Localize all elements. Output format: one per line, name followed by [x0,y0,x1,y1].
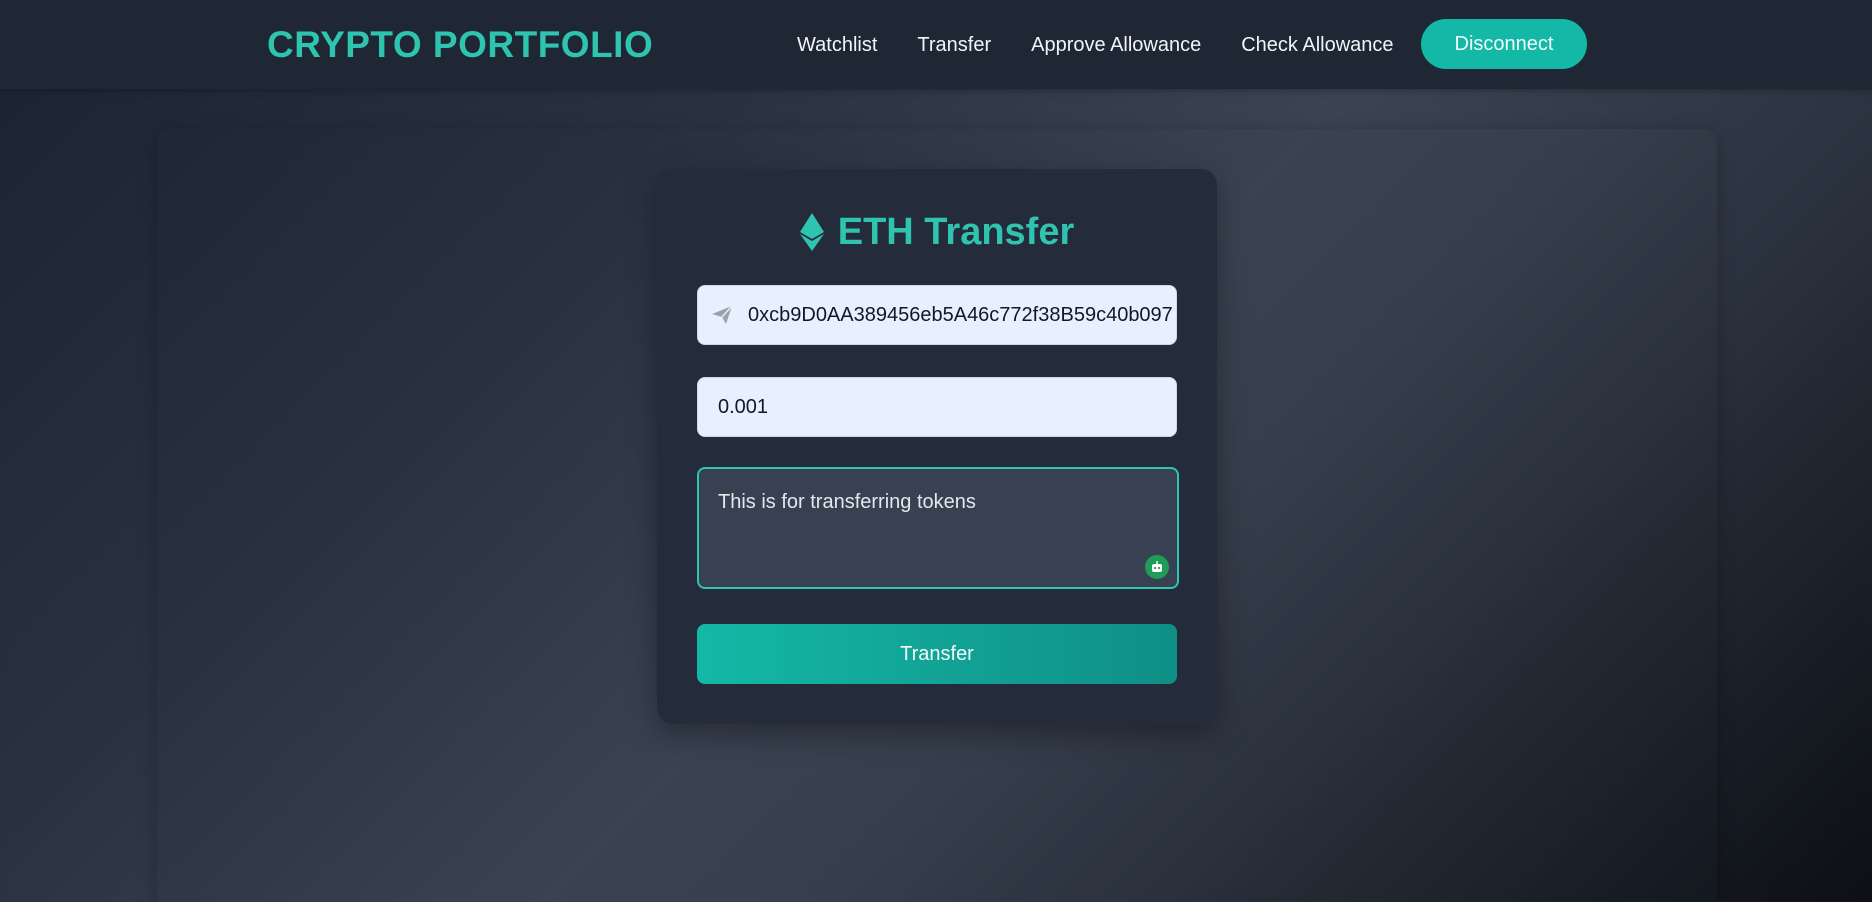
recipient-address-field[interactable] [697,285,1177,345]
amount-input[interactable] [718,378,1176,436]
eth-transfer-card: ETH Transfer This is for transferring to… [657,169,1217,724]
amount-field[interactable] [697,377,1177,437]
message-textarea[interactable]: This is for transferring tokens [697,467,1179,589]
nav-links: Watchlist Transfer Approve Allowance Che… [797,30,1394,60]
nav-approve-allowance[interactable]: Approve Allowance [1031,30,1201,60]
brand-logo-text[interactable]: CRYPTO PORTFOLIO [267,22,653,68]
message-text: This is for transferring tokens [718,491,976,513]
send-icon [710,303,734,327]
recipient-address-input[interactable] [748,286,1176,344]
ethereum-icon [799,213,824,251]
disconnect-button[interactable]: Disconnect [1421,19,1587,69]
nav-check-allowance[interactable]: Check Allowance [1241,30,1393,60]
card-title: ETH Transfer [657,209,1217,255]
bot-icon[interactable] [1145,555,1169,579]
top-navbar: CRYPTO PORTFOLIO Watchlist Transfer Appr… [0,0,1872,89]
transfer-button[interactable]: Transfer [697,624,1177,684]
nav-transfer[interactable]: Transfer [917,30,991,60]
nav-watchlist[interactable]: Watchlist [797,30,877,60]
card-title-text: ETH Transfer [837,211,1075,253]
